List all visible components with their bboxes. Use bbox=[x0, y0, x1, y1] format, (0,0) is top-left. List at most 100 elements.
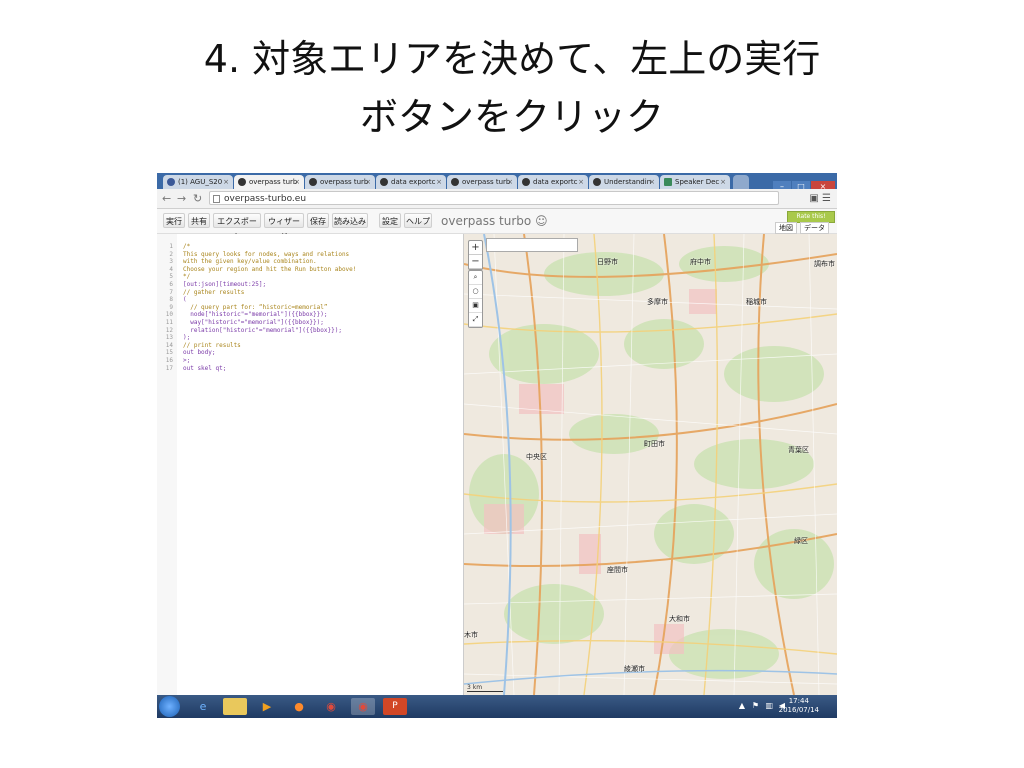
help-button[interactable]: ヘルプ bbox=[404, 213, 432, 228]
place-label: 日野市 bbox=[597, 258, 618, 266]
firefox-icon[interactable]: ● bbox=[287, 698, 311, 715]
close-icon[interactable]: × bbox=[720, 175, 726, 189]
data-view-icon[interactable]: ▣ bbox=[469, 299, 482, 313]
run-button[interactable]: 実行 bbox=[163, 213, 185, 228]
page-icon bbox=[213, 195, 220, 203]
zoom-out-button[interactable]: − bbox=[469, 255, 482, 269]
explorer-icon[interactable] bbox=[223, 698, 247, 715]
tab-5[interactable]: overpass turb × bbox=[447, 175, 517, 189]
close-icon[interactable]: × bbox=[365, 175, 371, 189]
locate-icon[interactable]: ○ bbox=[469, 285, 482, 299]
line-number: 11 bbox=[165, 319, 173, 326]
tray-arrow-icon[interactable]: ▲ bbox=[739, 701, 745, 710]
slide-title-line-1: 4. 対象エリアを決めて、左上の実行 bbox=[203, 37, 821, 81]
place-label: 大和市 bbox=[669, 615, 690, 623]
code-line: This query looks for nodes, ways and rel… bbox=[183, 250, 350, 258]
place-label: 木市 bbox=[464, 631, 478, 639]
close-icon[interactable]: × bbox=[223, 175, 229, 189]
tab-label: data exportc bbox=[391, 178, 436, 186]
code-line: /* bbox=[183, 243, 191, 250]
place-label: 綾瀬市 bbox=[624, 665, 645, 673]
line-number-gutter: 1 2 3 4 5 6 7 8 9 10 11 12 13 14 15 16 1… bbox=[157, 234, 177, 695]
chrome-active-icon[interactable]: ◉ bbox=[351, 698, 375, 715]
share-button[interactable]: 共有 bbox=[188, 213, 210, 228]
clock-date: 2016/07/14 bbox=[778, 706, 819, 714]
code-line: with the given key/value combination. bbox=[183, 258, 317, 266]
line-number: 10 bbox=[165, 311, 173, 319]
github-icon bbox=[593, 178, 601, 186]
settings-button[interactable]: 設定 bbox=[379, 213, 401, 228]
url-text: overpass-turbo.eu bbox=[224, 194, 307, 204]
tab-6[interactable]: data exportc × bbox=[518, 175, 588, 189]
line-number: 15 bbox=[165, 349, 173, 357]
media-player-icon[interactable]: ▶ bbox=[255, 698, 279, 715]
save-button[interactable]: 保存 bbox=[307, 213, 329, 228]
tab-2[interactable]: overpass turb × bbox=[234, 175, 304, 189]
code-line: // gather results bbox=[183, 288, 245, 296]
place-label: 稲城市 bbox=[746, 298, 767, 306]
forward-icon[interactable]: → bbox=[177, 191, 186, 206]
place-label: 府中市 bbox=[690, 258, 711, 266]
close-icon[interactable]: × bbox=[436, 175, 442, 189]
start-button[interactable] bbox=[159, 696, 180, 717]
place-label: 町田市 bbox=[644, 440, 665, 448]
wizard-button[interactable]: ウィザード bbox=[264, 213, 304, 241]
tab-label: data exportc bbox=[533, 178, 578, 186]
place-label: 座間市 bbox=[607, 566, 628, 574]
back-icon[interactable]: ← bbox=[162, 191, 171, 206]
tab-label: Understandin bbox=[604, 178, 652, 186]
line-number: 12 bbox=[165, 326, 173, 334]
load-button[interactable]: 読み込み bbox=[332, 213, 368, 228]
line-number: 17 bbox=[165, 364, 173, 372]
chrome-icon[interactable]: ◉ bbox=[319, 698, 343, 715]
github-icon bbox=[380, 178, 388, 186]
tray-network-icon[interactable]: ▥ bbox=[765, 701, 773, 710]
code-line: out skel qt; bbox=[183, 364, 227, 372]
address-bar-row: ← → ↻ overpass-turbo.eu ▣ ☰ bbox=[157, 189, 837, 209]
line-number: 3 bbox=[169, 258, 173, 266]
search-icon[interactable]: ⌕ bbox=[469, 271, 482, 285]
overpass-icon bbox=[238, 178, 246, 186]
tab-1[interactable]: (1) AGU_S20 × bbox=[163, 175, 233, 189]
reload-icon[interactable]: ↻ bbox=[193, 191, 202, 206]
browser-menu-icon[interactable]: ▣ ☰ bbox=[809, 191, 831, 206]
tray-flag-icon[interactable]: ⚑ bbox=[752, 701, 759, 710]
app-brand: overpass turbo ☺ bbox=[441, 214, 548, 228]
fullscreen-icon[interactable]: ⤢ bbox=[469, 313, 482, 327]
taskbar-clock[interactable]: 17:44 2016/07/14 bbox=[779, 697, 819, 715]
url-input[interactable]: overpass-turbo.eu bbox=[209, 191, 779, 205]
line-number: 13 bbox=[165, 334, 173, 342]
close-icon[interactable]: × bbox=[507, 175, 513, 189]
tab-data[interactable]: データ bbox=[800, 222, 829, 234]
map-scale: 3 km bbox=[467, 684, 503, 692]
tab-4[interactable]: data exportc × bbox=[376, 175, 446, 189]
code-line: node["historic"="memorial"]({{bbox}}); bbox=[183, 311, 328, 319]
code-line: [out:json][timeout:25]; bbox=[183, 281, 267, 288]
tab-8[interactable]: Speaker Dec × bbox=[660, 175, 730, 189]
tab-7[interactable]: Understandin × bbox=[589, 175, 659, 189]
tab-map[interactable]: 地図 bbox=[775, 222, 797, 234]
tab-label: overpass turb bbox=[462, 178, 511, 186]
tab-strip: (1) AGU_S20 × overpass turb × overpass tur… bbox=[157, 173, 837, 193]
close-icon[interactable]: × bbox=[294, 175, 300, 189]
code-line: out body; bbox=[183, 349, 216, 357]
map-view[interactable]: + − ⌕ ○ ▣ ⤢ 日野市 府中市 調布市 多摩市 稲城市 町田市 中央区 … bbox=[464, 234, 837, 695]
new-tab-button[interactable] bbox=[733, 175, 749, 189]
powerpoint-icon[interactable]: P bbox=[383, 698, 407, 715]
line-number: 7 bbox=[169, 288, 173, 296]
code-line: */ bbox=[183, 273, 191, 281]
line-number: 2 bbox=[169, 250, 173, 258]
close-icon[interactable]: × bbox=[578, 175, 584, 189]
slide-title: 4. 対象エリアを決めて、左上の実行 ボタンをクリック bbox=[0, 30, 1024, 146]
tab-3[interactable]: overpass turb × bbox=[305, 175, 375, 189]
place-label: 緑区 bbox=[794, 537, 808, 545]
clock-time: 17:44 bbox=[788, 697, 809, 705]
close-icon[interactable]: × bbox=[649, 175, 655, 189]
map-search-input[interactable] bbox=[486, 238, 578, 252]
zoom-in-button[interactable]: + bbox=[469, 241, 482, 255]
query-editor[interactable]: 1 2 3 4 5 6 7 8 9 10 11 12 13 14 15 16 1… bbox=[157, 234, 464, 695]
github-icon bbox=[522, 178, 530, 186]
export-button[interactable]: エクスポート bbox=[213, 213, 261, 241]
line-number: 1 bbox=[169, 243, 173, 250]
ie-icon[interactable]: e bbox=[191, 698, 215, 715]
